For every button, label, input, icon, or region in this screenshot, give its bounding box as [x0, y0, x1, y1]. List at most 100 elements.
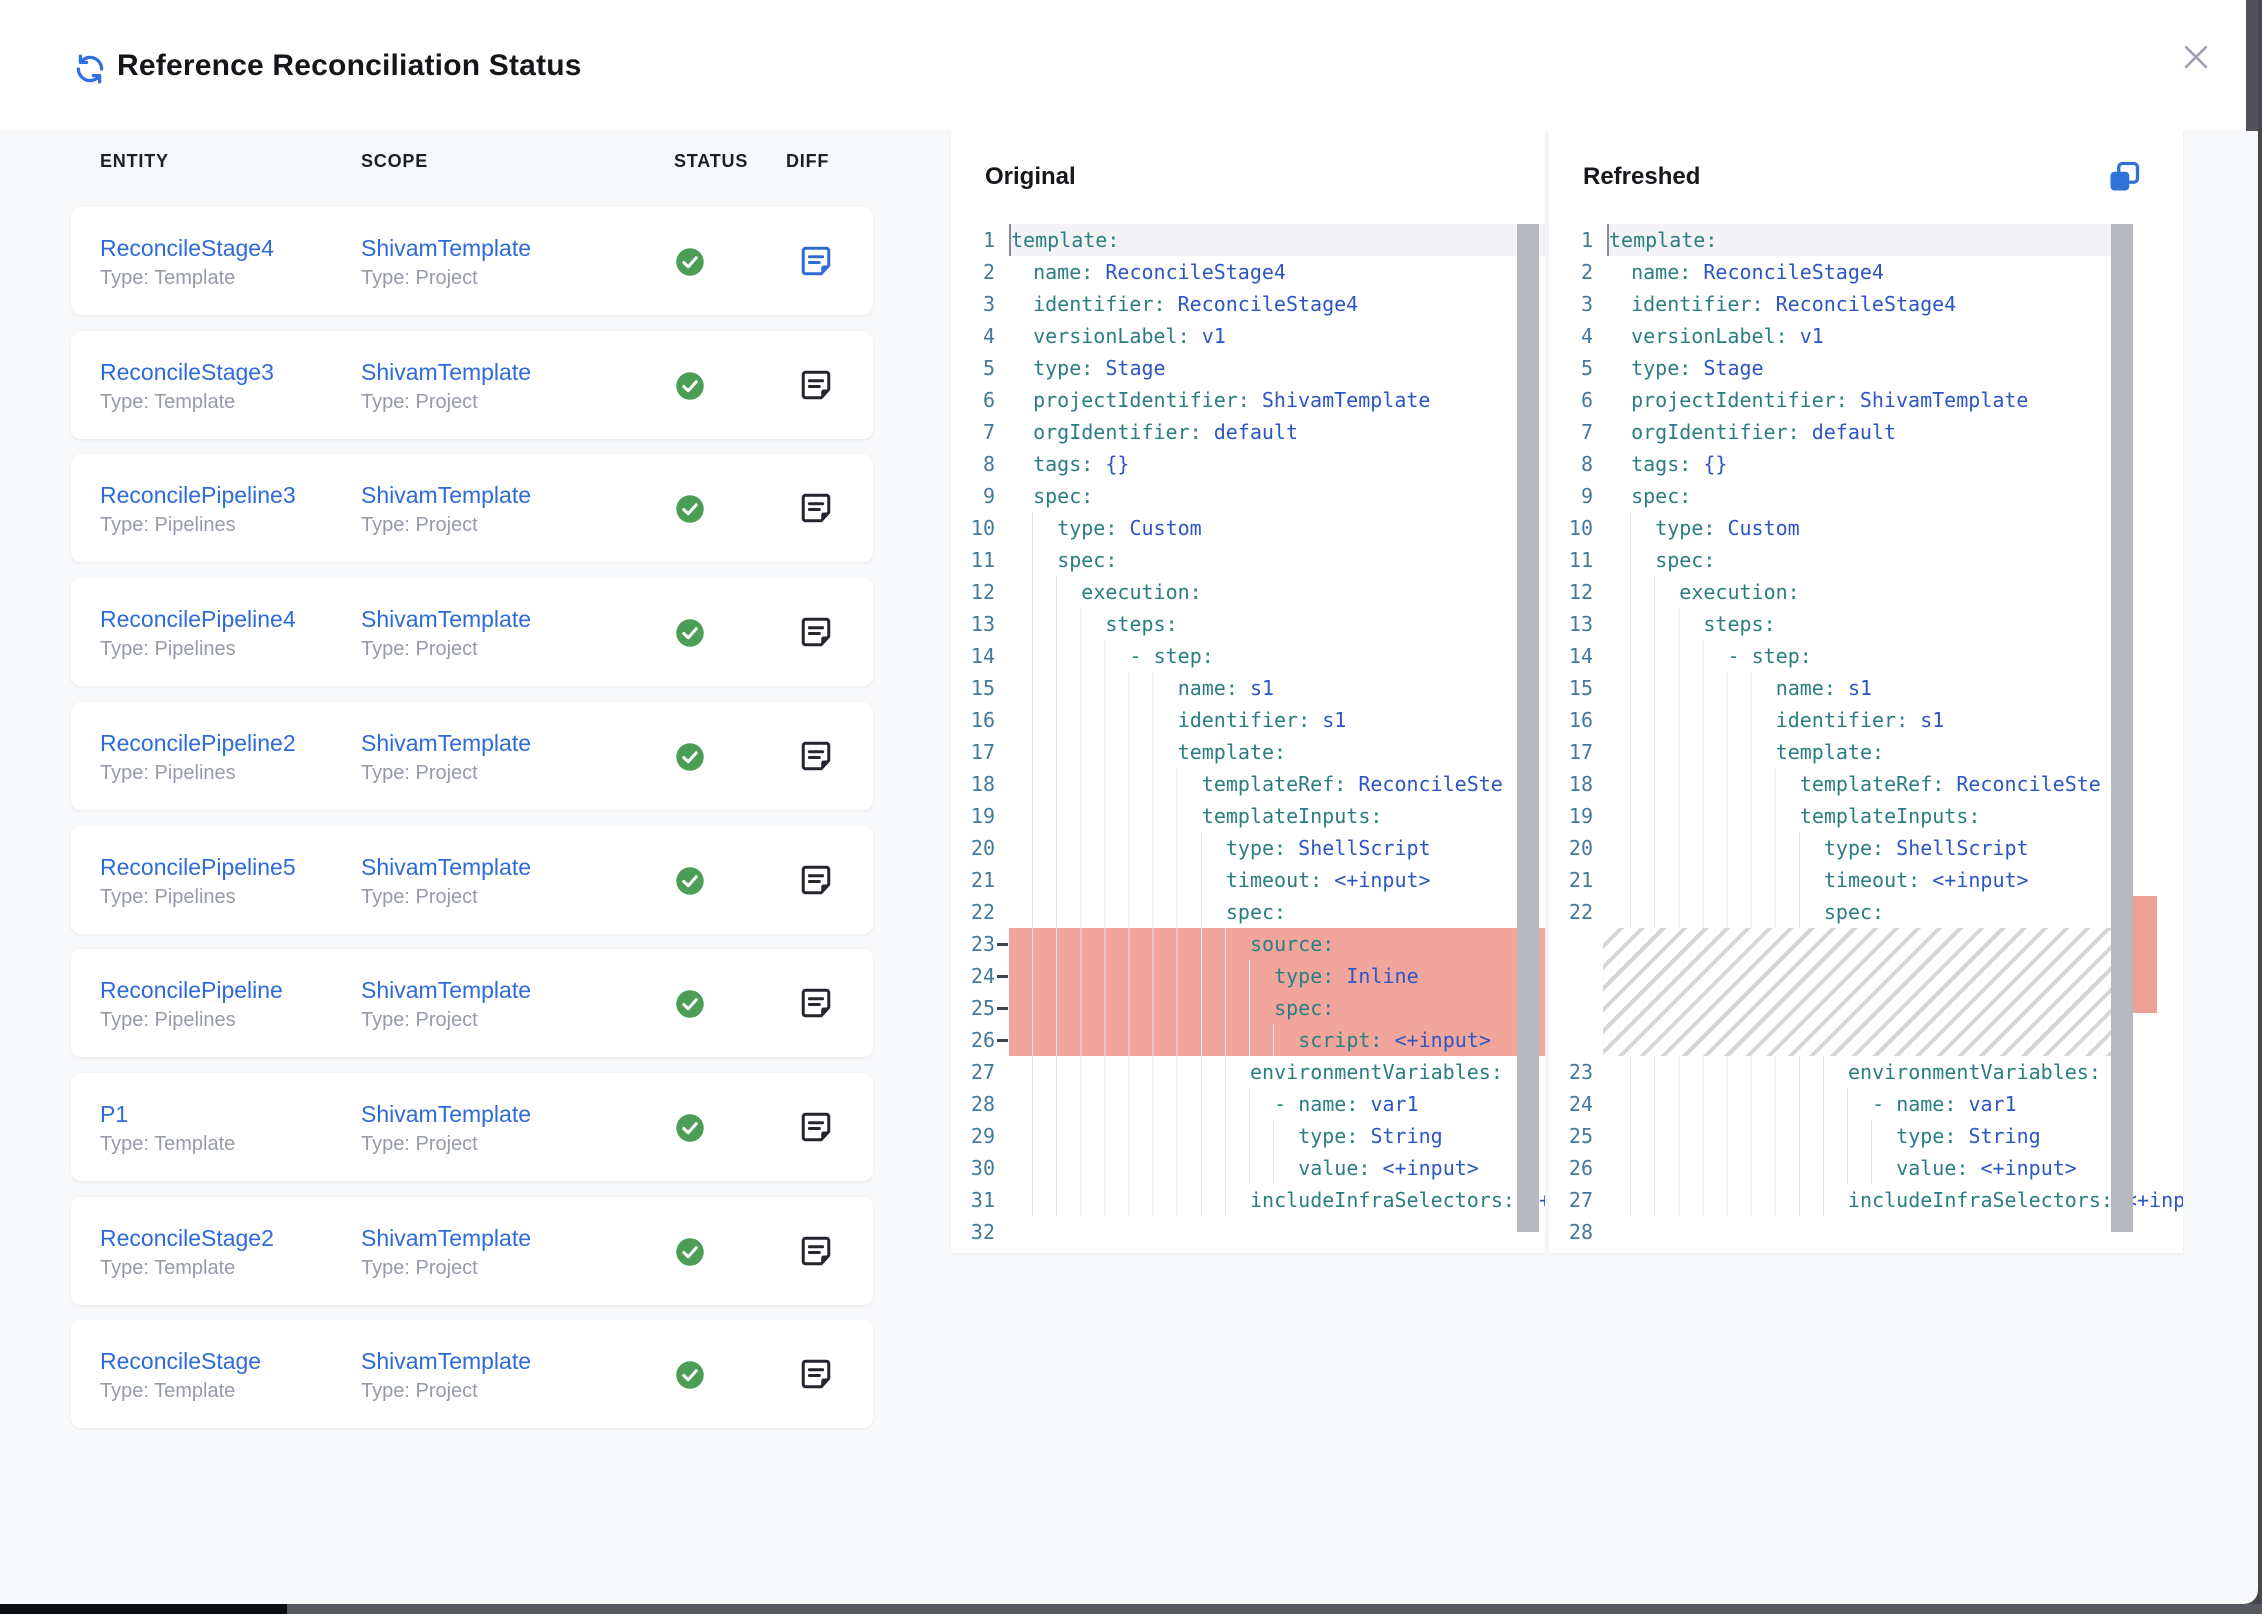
entity-link[interactable]: ReconcilePipeline2: [100, 728, 296, 758]
code-line: 29type: String: [951, 1120, 1545, 1152]
scope-type-label: Type: Project: [361, 1254, 478, 1282]
line-number: 27: [1549, 1184, 1607, 1216]
close-button[interactable]: [2176, 38, 2216, 78]
diff-note-icon: [798, 1380, 834, 1395]
code-line: 3identifier: ReconcileStage4: [1549, 288, 2111, 320]
scope-link[interactable]: ShivamTemplate: [361, 604, 531, 634]
diff-note-icon: [798, 514, 834, 529]
scope-link[interactable]: ShivamTemplate: [361, 357, 531, 387]
entity-link[interactable]: ReconcilePipeline4: [100, 604, 296, 634]
code-line: 23environmentVariables:: [1549, 1056, 2111, 1088]
diff-button[interactable]: [797, 243, 835, 281]
diff-button[interactable]: [797, 490, 835, 528]
diff-note-icon: [798, 762, 834, 777]
scope-link[interactable]: ShivamTemplate: [361, 728, 531, 758]
line-number: 20: [1549, 832, 1607, 864]
line-number: 5: [1549, 352, 1607, 384]
table-row: ReconcileStage Type: Template ShivamTemp…: [71, 1320, 873, 1428]
original-yaml-editor[interactable]: 1template:2name: ReconcileStage43identif…: [951, 224, 1545, 1253]
original-editor-scrollbar[interactable]: [1517, 224, 1539, 1232]
code-line: 2name: ReconcileStage4: [1549, 256, 2111, 288]
copy-button[interactable]: [2104, 158, 2144, 198]
code-line: 4versionLabel: v1: [1549, 320, 2111, 352]
line-number: 3: [951, 288, 1009, 320]
code-line: 22spec:: [951, 896, 1545, 928]
diff-button[interactable]: [797, 1356, 835, 1394]
refreshed-yaml-editor[interactable]: 1template:2name: ReconcileStage43identif…: [1549, 224, 2183, 1253]
line-number: 9: [951, 480, 1009, 512]
line-number: 3: [1549, 288, 1607, 320]
scope-link[interactable]: ShivamTemplate: [361, 233, 531, 263]
scope-link[interactable]: ShivamTemplate: [361, 1346, 531, 1376]
entity-link[interactable]: ReconcileStage4: [100, 233, 274, 263]
line-number: 23: [1549, 1056, 1607, 1088]
entity-link[interactable]: ReconcilePipeline: [100, 975, 283, 1005]
entity-link[interactable]: ReconcileStage: [100, 1346, 261, 1376]
line-number: 26: [1549, 1152, 1607, 1184]
column-header-diff: DIFF: [786, 151, 829, 172]
code-line: 19templateInputs:: [1549, 800, 2111, 832]
line-number: 28: [1549, 1216, 1607, 1248]
diff-button[interactable]: [797, 614, 835, 652]
diff-button[interactable]: [797, 1109, 835, 1147]
entity-link[interactable]: ReconcileStage3: [100, 357, 274, 387]
code-line: 8tags: {}: [1549, 448, 2111, 480]
line-number: 20: [951, 832, 1009, 864]
code-line: 32: [951, 1216, 1545, 1248]
code-line: 24- name: var1: [1549, 1088, 2111, 1120]
code-line: 19templateInputs:: [951, 800, 1545, 832]
entity-link[interactable]: ReconcilePipeline3: [100, 480, 296, 510]
scope-link[interactable]: ShivamTemplate: [361, 1099, 531, 1129]
line-number: 19: [1549, 800, 1607, 832]
code-line: 1template:: [951, 224, 1545, 256]
line-number: 22: [1549, 896, 1607, 928]
status-success-icon: [675, 866, 705, 896]
code-line: 9spec:: [951, 480, 1545, 512]
diff-button[interactable]: [797, 738, 835, 776]
status-success-icon: [675, 618, 705, 648]
code-line: 25type: String: [1549, 1120, 2111, 1152]
refresh-icon: [73, 52, 107, 86]
code-line: 15name: s1: [1549, 672, 2111, 704]
line-number: 18: [1549, 768, 1607, 800]
code-line: 1template:: [1549, 224, 2111, 256]
line-number: 29: [951, 1120, 1009, 1152]
entity-type-label: Type: Pipelines: [100, 1006, 236, 1034]
code-line: 20type: ShellScript: [951, 832, 1545, 864]
scope-link[interactable]: ShivamTemplate: [361, 1223, 531, 1253]
code-line: 4versionLabel: v1: [951, 320, 1545, 352]
diff-button[interactable]: [797, 1233, 835, 1271]
entity-type-label: Type: Pipelines: [100, 635, 236, 663]
status-success-icon: [675, 1237, 705, 1267]
code-line: 9spec:: [1549, 480, 2111, 512]
line-number: 16: [951, 704, 1009, 736]
status-success-icon: [675, 1360, 705, 1390]
window-scrollbar-bottom-thumb[interactable]: [287, 1604, 2262, 1614]
removed-lines-hatch: [1603, 928, 2133, 1056]
scope-link[interactable]: ShivamTemplate: [361, 852, 531, 882]
line-number: 26: [951, 1024, 1009, 1056]
table-row: ReconcilePipeline2 Type: Pipelines Shiva…: [71, 702, 873, 810]
diff-button[interactable]: [797, 985, 835, 1023]
refreshed-editor-scrollbar[interactable]: [2111, 224, 2133, 1232]
scope-type-label: Type: Project: [361, 388, 478, 416]
line-number: 24: [1549, 1088, 1607, 1120]
line-number: 11: [951, 544, 1009, 576]
line-number: 8: [1549, 448, 1607, 480]
scope-link[interactable]: ShivamTemplate: [361, 480, 531, 510]
scope-type-label: Type: Project: [361, 511, 478, 539]
entity-link[interactable]: ReconcilePipeline5: [100, 852, 296, 882]
code-line: 27includeInfraSelectors: <+input>: [1549, 1184, 2111, 1216]
line-number: 8: [951, 448, 1009, 480]
code-line: 14- step:: [1549, 640, 2111, 672]
window-scrollbar-right[interactable]: [2246, 0, 2258, 131]
code-line: 27environmentVariables:: [951, 1056, 1545, 1088]
scope-link[interactable]: ShivamTemplate: [361, 975, 531, 1005]
entity-link[interactable]: P1: [100, 1099, 128, 1129]
code-line: 2name: ReconcileStage4: [951, 256, 1545, 288]
diff-button[interactable]: [797, 862, 835, 900]
code-line: 22spec:: [1549, 896, 2111, 928]
page-title: Reference Reconciliation Status: [117, 0, 582, 131]
diff-button[interactable]: [797, 367, 835, 405]
entity-link[interactable]: ReconcileStage2: [100, 1223, 274, 1253]
